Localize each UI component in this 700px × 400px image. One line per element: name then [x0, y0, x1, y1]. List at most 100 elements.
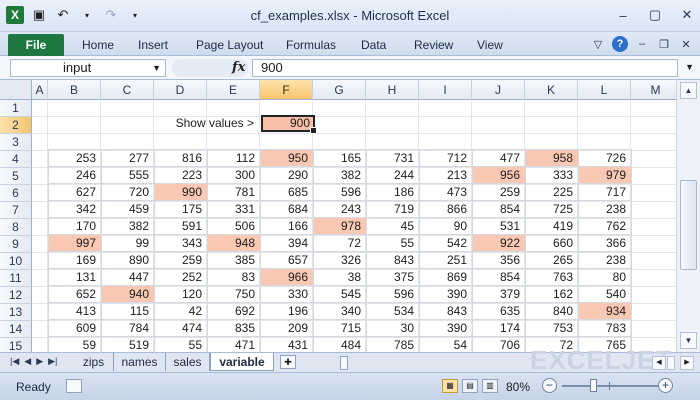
table-cell[interactable]: 635	[472, 302, 526, 320]
table-cell[interactable]: 356	[472, 251, 526, 269]
sheet-tab-zips[interactable]: zips	[74, 353, 114, 371]
table-cell[interactable]: 843	[419, 302, 473, 320]
table-cell[interactable]: 717	[578, 183, 632, 201]
row-header-5[interactable]: 5	[0, 168, 32, 185]
table-cell[interactable]: 90	[419, 217, 473, 235]
name-box-dropdown-icon[interactable]: ▼	[152, 60, 161, 76]
table-cell[interactable]: 652	[48, 285, 102, 303]
row-header-8[interactable]: 8	[0, 219, 32, 236]
tab-split-handle[interactable]	[340, 356, 348, 370]
table-cell[interactable]: 331	[207, 200, 261, 218]
table-cell[interactable]: 196	[260, 302, 314, 320]
scroll-left-icon[interactable]: ◀	[652, 356, 666, 370]
table-cell[interactable]: 259	[154, 251, 208, 269]
tab-view[interactable]: View	[477, 38, 503, 52]
table-cell[interactable]: 854	[472, 268, 526, 286]
table-cell[interactable]: 333	[525, 166, 579, 184]
table-cell[interactable]: 213	[419, 166, 473, 184]
table-cell[interactable]: 950	[260, 149, 314, 167]
table-cell[interactable]: 958	[525, 149, 579, 167]
table-cell[interactable]: 366	[578, 234, 632, 252]
table-cell[interactable]: 165	[313, 149, 367, 167]
column-header-h[interactable]: H	[366, 80, 419, 100]
table-cell[interactable]: 519	[101, 336, 155, 354]
table-cell[interactable]: 555	[101, 166, 155, 184]
table-cell[interactable]: 238	[578, 200, 632, 218]
table-cell[interactable]: 38	[313, 268, 367, 286]
column-header-a[interactable]: A	[32, 80, 48, 100]
table-cell[interactable]: 259	[472, 183, 526, 201]
row-header-12[interactable]: 12	[0, 287, 32, 304]
table-cell[interactable]: 30	[366, 319, 420, 337]
table-cell[interactable]: 762	[578, 217, 632, 235]
formula-input[interactable]: 900	[252, 59, 678, 77]
row-header-10[interactable]: 10	[0, 253, 32, 270]
table-cell[interactable]: 731	[366, 149, 420, 167]
table-cell[interactable]: 843	[366, 251, 420, 269]
table-cell[interactable]: 343	[154, 234, 208, 252]
table-cell[interactable]: 447	[101, 268, 155, 286]
table-cell[interactable]: 431	[260, 336, 314, 354]
table-cell[interactable]: 545	[313, 285, 367, 303]
table-cell[interactable]: 473	[419, 183, 473, 201]
normal-view-icon[interactable]: ▦	[442, 379, 458, 393]
column-header-b[interactable]: B	[48, 80, 101, 100]
table-cell[interactable]: 83	[207, 268, 261, 286]
table-cell[interactable]: 591	[154, 217, 208, 235]
table-cell[interactable]: 112	[207, 149, 261, 167]
table-cell[interactable]: 785	[366, 336, 420, 354]
table-cell[interactable]: 225	[525, 183, 579, 201]
table-cell[interactable]: 471	[207, 336, 261, 354]
zoom-level[interactable]: 80%	[506, 380, 530, 394]
table-cell[interactable]: 890	[101, 251, 155, 269]
table-cell[interactable]: 692	[207, 302, 261, 320]
column-header-d[interactable]: D	[154, 80, 207, 100]
table-cell[interactable]: 956	[472, 166, 526, 184]
tab-formulas[interactable]: Formulas	[286, 38, 336, 52]
table-cell[interactable]: 385	[207, 251, 261, 269]
table-cell[interactable]: 934	[578, 302, 632, 320]
table-cell[interactable]: 45	[366, 217, 420, 235]
last-sheet-icon[interactable]: ▶|	[48, 356, 57, 367]
table-cell[interactable]: 243	[313, 200, 367, 218]
sheet-tab-names[interactable]: names	[114, 353, 166, 371]
page-break-view-icon[interactable]: ▥	[482, 379, 498, 393]
table-cell[interactable]: 251	[419, 251, 473, 269]
table-cell[interactable]: 542	[419, 234, 473, 252]
table-cell[interactable]: 175	[154, 200, 208, 218]
table-cell[interactable]: 290	[260, 166, 314, 184]
row-header-7[interactable]: 7	[0, 202, 32, 219]
minimize-icon[interactable]: –	[614, 6, 632, 24]
table-cell[interactable]: 854	[472, 200, 526, 218]
table-cell[interactable]: 706	[472, 336, 526, 354]
select-all-corner[interactable]	[0, 80, 32, 100]
column-header-k[interactable]: K	[525, 80, 578, 100]
table-cell[interactable]: 253	[48, 149, 102, 167]
zoom-in-icon[interactable]: +	[658, 378, 673, 393]
table-cell[interactable]: 784	[101, 319, 155, 337]
row-header-14[interactable]: 14	[0, 321, 32, 338]
tab-data[interactable]: Data	[361, 38, 386, 52]
table-cell[interactable]: 265	[525, 251, 579, 269]
table-cell[interactable]: 712	[419, 149, 473, 167]
column-header-j[interactable]: J	[472, 80, 525, 100]
row-header-4[interactable]: 4	[0, 151, 32, 168]
workbook-minimize-icon[interactable]: –	[634, 36, 650, 52]
name-box[interactable]: input ▼	[10, 59, 166, 77]
table-cell[interactable]: 840	[525, 302, 579, 320]
table-cell[interactable]: 244	[366, 166, 420, 184]
table-cell[interactable]: 816	[154, 149, 208, 167]
close-icon[interactable]: ✕	[678, 6, 696, 24]
sheet-tab-sales[interactable]: sales	[166, 353, 210, 371]
table-cell[interactable]: 978	[313, 217, 367, 235]
table-cell[interactable]: 169	[48, 251, 102, 269]
table-cell[interactable]: 720	[101, 183, 155, 201]
table-cell[interactable]: 781	[207, 183, 261, 201]
table-cell[interactable]: 783	[578, 319, 632, 337]
vertical-scrollbar[interactable]: ▲ ▼	[676, 80, 700, 352]
table-cell[interactable]: 223	[154, 166, 208, 184]
table-cell[interactable]: 474	[154, 319, 208, 337]
column-header-g[interactable]: G	[313, 80, 366, 100]
table-cell[interactable]: 252	[154, 268, 208, 286]
table-cell[interactable]: 540	[578, 285, 632, 303]
